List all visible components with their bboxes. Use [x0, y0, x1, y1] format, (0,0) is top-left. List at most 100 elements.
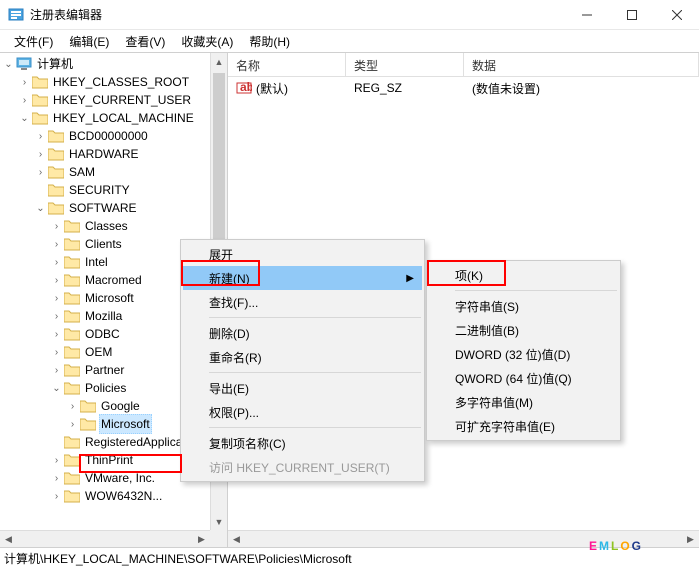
folder-icon — [80, 399, 96, 413]
ctx-new-dword[interactable]: DWORD (32 位)值(D) — [429, 342, 618, 366]
value-data: (数值未设置) — [464, 78, 699, 99]
chevron-right-icon[interactable]: › — [50, 220, 63, 233]
computer-icon — [16, 57, 32, 71]
ctx-expand[interactable]: 展开 — [183, 242, 422, 266]
tree-item-hklm[interactable]: ⌄HKEY_LOCAL_MACHINE — [2, 109, 227, 127]
folder-icon — [64, 381, 80, 395]
context-menu: 展开 新建(N)▶ 查找(F)... 删除(D) 重命名(R) 导出(E) 权限… — [180, 239, 425, 482]
chevron-right-icon[interactable]: › — [66, 400, 79, 413]
chevron-down-icon[interactable]: ⌄ — [18, 112, 31, 125]
separator — [209, 317, 421, 318]
chevron-right-icon[interactable]: › — [18, 76, 31, 89]
folder-icon — [64, 363, 80, 377]
scroll-down-icon[interactable]: ▼ — [211, 513, 227, 530]
separator — [455, 290, 617, 291]
folder-icon — [32, 93, 48, 107]
scroll-left-icon[interactable]: ◀ — [228, 531, 245, 548]
chevron-right-icon[interactable]: › — [18, 94, 31, 107]
menu-edit[interactable]: 编辑(E) — [61, 31, 117, 52]
tree-item-software[interactable]: ⌄SOFTWARE — [2, 199, 227, 217]
statusbar: 计算机\HKEY_LOCAL_MACHINE\SOFTWARE\Policies… — [0, 547, 699, 569]
folder-icon — [48, 165, 64, 179]
col-data[interactable]: 数据 — [464, 53, 699, 76]
tree-item-security[interactable]: SECURITY — [2, 181, 227, 199]
folder-icon — [32, 75, 48, 89]
ctx-new-qword[interactable]: QWORD (64 位)值(Q) — [429, 366, 618, 390]
scroll-right-icon[interactable]: ▶ — [682, 531, 699, 548]
chevron-right-icon[interactable]: › — [34, 166, 47, 179]
ctx-new-expandstring[interactable]: 可扩充字符串值(E) — [429, 414, 618, 438]
ctx-new[interactable]: 新建(N)▶ — [183, 266, 422, 290]
chevron-down-icon[interactable]: ⌄ — [50, 382, 63, 395]
chevron-right-icon[interactable]: › — [50, 274, 63, 287]
chevron-right-icon[interactable]: › — [50, 346, 63, 359]
chevron-right-icon[interactable]: › — [50, 238, 63, 251]
tree-item-bcd[interactable]: ›BCD00000000 — [2, 127, 227, 145]
chevron-right-icon[interactable]: › — [50, 472, 63, 485]
ctx-new-string[interactable]: 字符串值(S) — [429, 294, 618, 318]
separator — [209, 427, 421, 428]
chevron-down-icon[interactable]: ⌄ — [2, 58, 15, 71]
scroll-thumb[interactable] — [213, 73, 225, 253]
folder-icon — [48, 201, 64, 215]
folder-icon — [64, 255, 80, 269]
folder-icon — [48, 147, 64, 161]
ctx-new-binary[interactable]: 二进制值(B) — [429, 318, 618, 342]
menu-view[interactable]: 查看(V) — [117, 31, 173, 52]
ctx-delete[interactable]: 删除(D) — [183, 321, 422, 345]
folder-icon — [48, 183, 64, 197]
col-name[interactable]: 名称 — [228, 53, 346, 76]
tree-item-sam[interactable]: ›SAM — [2, 163, 227, 181]
ctx-find[interactable]: 查找(F)... — [183, 290, 422, 314]
col-type[interactable]: 类型 — [346, 53, 464, 76]
ctx-permissions[interactable]: 权限(P)... — [183, 400, 422, 424]
folder-icon — [64, 237, 80, 251]
folder-icon — [64, 471, 80, 485]
scroll-left-icon[interactable]: ◀ — [0, 531, 17, 547]
maximize-button[interactable] — [609, 0, 654, 30]
folder-icon — [64, 309, 80, 323]
minimize-button[interactable] — [564, 0, 609, 30]
ctx-goto-hkcu[interactable]: 访问 HKEY_CURRENT_USER(T) — [183, 455, 422, 479]
separator — [209, 372, 421, 373]
chevron-right-icon[interactable]: › — [34, 130, 47, 143]
chevron-right-icon[interactable]: › — [50, 328, 63, 341]
chevron-right-icon[interactable]: › — [50, 256, 63, 269]
folder-icon — [64, 273, 80, 287]
close-button[interactable] — [654, 0, 699, 30]
scrollbar-corner — [210, 530, 227, 547]
menu-file[interactable]: 文件(F) — [6, 31, 61, 52]
chevron-right-icon[interactable]: › — [34, 148, 47, 161]
ctx-rename[interactable]: 重命名(R) — [183, 345, 422, 369]
chevron-right-icon[interactable]: › — [50, 364, 63, 377]
window-title: 注册表编辑器 — [30, 6, 564, 23]
scroll-up-icon[interactable]: ▲ — [211, 53, 227, 70]
ctx-new-multistring[interactable]: 多字符串值(M) — [429, 390, 618, 414]
menu-help[interactable]: 帮助(H) — [241, 31, 298, 52]
menu-favorites[interactable]: 收藏夹(A) — [173, 31, 241, 52]
chevron-down-icon[interactable]: ⌄ — [34, 202, 47, 215]
chevron-right-icon[interactable]: › — [50, 292, 63, 305]
window-controls — [564, 0, 699, 30]
tree-item-hkcr[interactable]: ›HKEY_CLASSES_ROOT — [2, 73, 227, 91]
folder-icon — [64, 219, 80, 233]
ctx-new-key[interactable]: 项(K) — [429, 263, 618, 287]
tree-item-classes[interactable]: ›Classes — [2, 217, 227, 235]
ctx-export[interactable]: 导出(E) — [183, 376, 422, 400]
folder-icon — [64, 327, 80, 341]
chevron-right-icon[interactable]: › — [50, 454, 63, 467]
chevron-right-icon[interactable]: › — [66, 418, 79, 431]
scroll-right-icon[interactable]: ▶ — [193, 531, 210, 547]
list-scrollbar-horizontal[interactable]: ◀ ▶ — [228, 530, 699, 547]
chevron-right-icon[interactable]: › — [50, 310, 63, 323]
tree-item-hkcu[interactable]: ›HKEY_CURRENT_USER — [2, 91, 227, 109]
tree-item-computer[interactable]: ⌄计算机 — [2, 55, 227, 73]
tree-item-hardware[interactable]: ›HARDWARE — [2, 145, 227, 163]
string-value-icon: ab — [236, 80, 252, 96]
folder-icon — [64, 453, 80, 467]
tree-scrollbar-horizontal[interactable]: ◀ ▶ — [0, 530, 210, 547]
list-row[interactable]: ab (默认) REG_SZ (数值未设置) — [228, 77, 699, 97]
chevron-right-icon[interactable]: › — [50, 490, 63, 503]
tree-item-wow6432[interactable]: ›WOW6432N... — [2, 487, 227, 505]
ctx-copy-key-name[interactable]: 复制项名称(C) — [183, 431, 422, 455]
